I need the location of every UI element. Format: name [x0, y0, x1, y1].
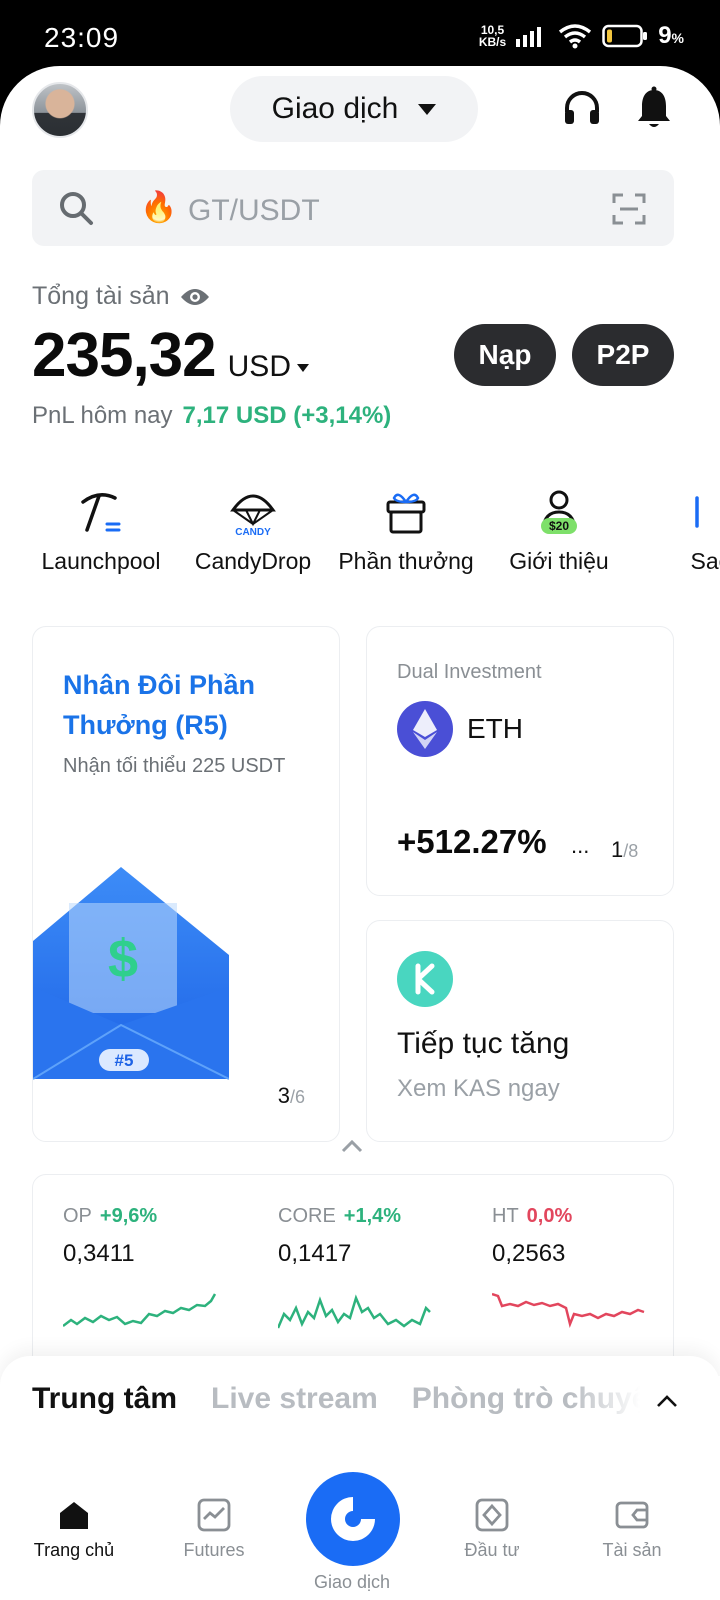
- headset-icon[interactable]: [562, 88, 602, 128]
- ticker-ht[interactable]: HT 0,0% 0,2563: [492, 1205, 682, 1334]
- network-speed: 10,5 KB/s: [478, 23, 507, 49]
- sparkline: [63, 1293, 217, 1327]
- tab-center[interactable]: Trung tâm: [32, 1382, 177, 1416]
- nav-trade-button[interactable]: [306, 1472, 400, 1566]
- shortcut-star[interactable]: Sao: [636, 488, 720, 575]
- search-icon: [60, 192, 93, 225]
- signal-icon: [516, 27, 542, 47]
- battery-percent: 9%: [658, 22, 684, 49]
- ethereum-icon: [397, 701, 453, 757]
- envelope-illustration: $ #5: [33, 867, 229, 1080]
- tab-live-stream[interactable]: Live stream: [211, 1382, 378, 1416]
- deposit-button[interactable]: Nạp: [454, 324, 556, 386]
- eye-icon[interactable]: [180, 287, 210, 307]
- dual-pager: 1/8: [611, 837, 639, 862]
- shortcut-candydrop[interactable]: CANDY CandyDrop: [178, 488, 328, 575]
- mode-label: Giao dịch: [271, 92, 399, 125]
- kaspa-icon: [397, 951, 453, 1007]
- shortcut-referral[interactable]: $20 Giới thiệu: [484, 488, 634, 575]
- status-indicators: 10,5 KB/s 9%: [479, 22, 684, 50]
- pnl-value: 7,17 USD (+3,14%): [182, 402, 392, 429]
- kas-subtitle: Xem KAS ngay: [397, 1075, 560, 1102]
- nav-assets[interactable]: Tài sản: [572, 1498, 692, 1561]
- pnl-today: PnL hôm nay 7,17 USD (+3,14%): [32, 402, 391, 430]
- promo-badge: #5: [115, 1051, 134, 1070]
- promo-title: Nhân Đôi Phần Thưởng (R5): [63, 670, 256, 740]
- promo-subtitle: Nhận tối thiểu 225 USDT: [63, 755, 286, 777]
- futures-chart-icon: [197, 1498, 231, 1532]
- avatar[interactable]: [32, 82, 88, 138]
- status-time: 23:09: [44, 22, 120, 53]
- p2p-button[interactable]: P2P: [572, 324, 674, 386]
- fire-icon: 🔥: [140, 191, 178, 224]
- nav-futures[interactable]: Futures: [154, 1498, 274, 1561]
- shortcut-launchpool[interactable]: Launchpool: [26, 488, 176, 575]
- sparkline: [278, 1294, 431, 1329]
- star-icon: [695, 496, 699, 528]
- referral-icon: $20: [541, 490, 577, 534]
- chevron-down-icon: [418, 103, 437, 115]
- home-icon: [60, 1502, 88, 1529]
- kas-card[interactable]: Tiếp tục tăng Xem KAS ngay: [366, 920, 674, 1142]
- mode-switch-dropdown[interactable]: Giao dịch: [230, 76, 478, 142]
- nav-invest[interactable]: Đầu tư: [432, 1498, 552, 1561]
- chevron-up-icon[interactable]: [340, 1138, 364, 1154]
- shortcut-rewards[interactable]: Phần thưởng: [331, 488, 481, 575]
- chevron-down-icon: [296, 364, 309, 372]
- promo-card[interactable]: Nhân Đôi Phần Thưởng (R5) Nhận tối thiểu…: [32, 626, 340, 1142]
- currency-selector[interactable]: USD: [228, 350, 309, 384]
- gift-icon: [386, 493, 426, 534]
- dual-investment-card[interactable]: Dual Investment ETH +512.27% ... 1/8: [366, 626, 674, 896]
- scan-icon[interactable]: [612, 192, 646, 226]
- svg-text:$: $: [108, 929, 138, 989]
- wifi-icon: [559, 24, 592, 49]
- nav-home[interactable]: Trang chủ: [14, 1498, 134, 1561]
- ticker-core[interactable]: CORE +1,4% 0,1417: [278, 1205, 468, 1334]
- chevron-up-icon[interactable]: [656, 1394, 678, 1408]
- candy-parachute-icon: CANDY: [230, 494, 276, 536]
- balance: 235,32 USD: [32, 320, 309, 391]
- invest-icon: [475, 1498, 509, 1532]
- ticker-op[interactable]: OP +9,6% 0,3411: [63, 1205, 253, 1334]
- tab-mask: [640, 1376, 720, 1426]
- wallet-icon: [615, 1501, 649, 1529]
- dual-asset: ETH: [467, 713, 523, 744]
- search-input[interactable]: GT/USDT: [188, 194, 320, 228]
- bottom-nav: Trang chủ Futures Giao dịch Đầu tư Tài s…: [0, 1466, 720, 1600]
- search-bar[interactable]: 🔥 GT/USDT: [32, 170, 674, 246]
- shortcut-row: Launchpool CANDY CandyDrop Phần thưởng $…: [0, 488, 720, 598]
- candy-label: CANDY: [235, 527, 271, 536]
- promo-pager: 3/6: [277, 1083, 305, 1108]
- referral-badge: $20: [549, 519, 569, 533]
- sparkline: [492, 1292, 645, 1329]
- balance-amount: 235,32: [32, 321, 217, 390]
- nav-trade-label: Giao dịch: [313, 1572, 391, 1592]
- kas-title: Tiếp tục tăng: [397, 1027, 570, 1060]
- tab-fade: [570, 1376, 640, 1426]
- dual-apr: +512.27%: [397, 823, 547, 860]
- dual-ellipsis: ...: [571, 833, 590, 858]
- pnl-label: PnL hôm nay: [32, 402, 173, 429]
- bottom-sheet: Trung tâm Live stream Phòng trò chuyện T…: [0, 1356, 720, 1600]
- status-bar: 23:09 10,5 KB/s 9%: [0, 0, 720, 70]
- home-screen: Giao dịch 🔥 GT/USDT Tổng tài sản 235,32 …: [0, 66, 720, 1600]
- total-assets-label: Tổng tài sản: [32, 282, 210, 311]
- top-bar: Giao dịch: [0, 66, 720, 162]
- dual-label: Dual Investment: [397, 661, 542, 683]
- gate-logo-icon: [331, 1497, 375, 1541]
- battery-icon: [602, 24, 648, 48]
- bell-icon[interactable]: [636, 86, 672, 130]
- pickaxe-icon: [81, 493, 121, 532]
